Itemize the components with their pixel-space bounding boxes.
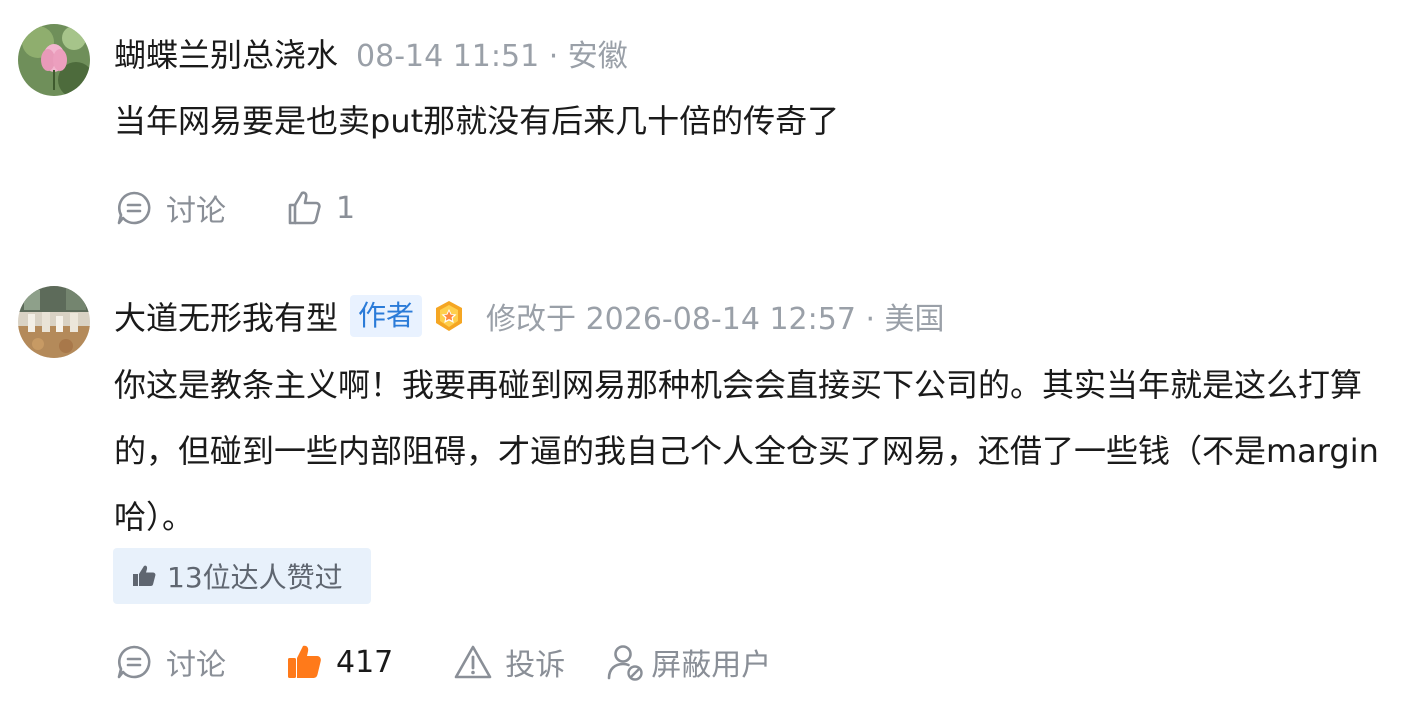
discuss-icon <box>114 642 154 682</box>
comment-actions: 讨论 1 <box>114 185 355 231</box>
like-button[interactable]: 1 <box>284 188 355 228</box>
experts-liked-text: 13位达人赞过 <box>167 561 343 594</box>
discuss-icon <box>114 188 154 228</box>
comment-text: 当年网易要是也卖put那就没有后来几十倍的传奇了 <box>114 102 840 140</box>
discuss-label: 讨论 <box>166 648 226 683</box>
warning-icon <box>453 642 493 682</box>
username[interactable]: 大道无形我有型 <box>114 293 338 339</box>
username[interactable]: 蝴蝶兰别总浇水 <box>114 30 338 76</box>
comment-text: 你这是教条主义啊！我要再碰到网易那种机会会直接买下公司的。其实当年就是这么打算的… <box>114 366 1379 536</box>
comment-header: 蝴蝶兰别总浇水 08-14 11:51 · 安徽 <box>114 31 628 75</box>
thumbs-up-icon <box>284 642 324 682</box>
discuss-label: 讨论 <box>166 194 226 229</box>
report-button[interactable]: 投诉 <box>453 640 565 684</box>
block-user-button[interactable]: 屏蔽用户 <box>605 640 771 684</box>
block-user-icon <box>605 642 645 682</box>
comment-1: 蝴蝶兰别总浇水 08-14 11:51 · 安徽 当年网易要是也卖put那就没有… <box>0 0 1424 250</box>
comment-header: 大道无形我有型 作者 修改于 2026-08-14 12:57 · 美国 <box>114 294 945 338</box>
avatar[interactable] <box>18 24 90 96</box>
comment-meta: 08-14 11:51 · 安徽 <box>356 39 628 74</box>
block-user-label: 屏蔽用户 <box>651 648 772 683</box>
medal-icon <box>432 299 466 333</box>
comment-actions: 讨论 417 投诉 屏蔽用户 <box>114 639 771 685</box>
discuss-button[interactable]: 讨论 <box>114 186 226 230</box>
thumbs-up-icon <box>284 188 324 228</box>
avatar[interactable] <box>18 286 90 358</box>
comment-2: 大道无形我有型 作者 修改于 2026-08-14 12:57 · 美国 你这是… <box>0 250 1424 706</box>
like-button[interactable]: 417 <box>284 642 393 682</box>
author-badge: 作者 <box>350 295 423 337</box>
like-count: 1 <box>336 190 356 226</box>
like-count: 417 <box>336 644 394 680</box>
discuss-button[interactable]: 讨论 <box>114 640 226 684</box>
comment-meta: 修改于 2026-08-14 12:57 · 美国 <box>486 302 945 337</box>
experts-liked-button[interactable]: 13位达人赞过 <box>113 548 371 604</box>
report-label: 投诉 <box>505 648 566 683</box>
thumbs-up-icon <box>131 563 157 589</box>
